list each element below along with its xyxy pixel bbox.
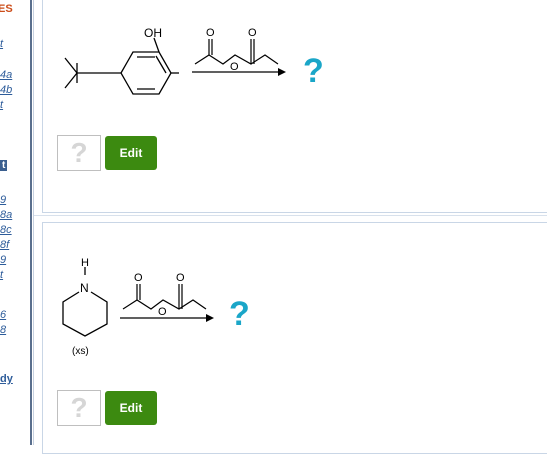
- answer-placeholder-2: ?: [229, 295, 250, 333]
- hydroxyl-label: OH: [144, 26, 162, 40]
- sidebar-nav: ES t 4a 4b t t 9 8a 8c 8f 9 t 6 8 dy: [0, 0, 30, 445]
- help-question-icon: ?: [70, 137, 88, 168]
- help-question-icon: ?: [70, 392, 88, 423]
- reactant-structure-1: OH: [64, 26, 179, 95]
- sidebar-header: ES: [0, 3, 13, 15]
- edit-button[interactable]: Edit: [105, 391, 157, 425]
- sidebar-border-inner: [33, 0, 34, 445]
- sidebar-link-active[interactable]: t: [0, 160, 8, 171]
- sidebar-link[interactable]: t: [0, 269, 3, 281]
- answer-placeholder-1: ?: [303, 52, 324, 90]
- hydrogen-label: H: [81, 257, 89, 269]
- sidebar-link[interactable]: 6: [0, 309, 6, 321]
- reaction-arrow-2: [120, 314, 214, 322]
- sidebar-link[interactable]: 8a: [0, 209, 12, 221]
- sidebar-link[interactable]: dy: [0, 373, 13, 385]
- sidebar-link[interactable]: 9: [0, 194, 6, 206]
- sidebar-link[interactable]: 8c: [0, 224, 12, 236]
- sidebar-link[interactable]: t: [0, 99, 3, 111]
- excess-note: (xs): [72, 346, 89, 357]
- sidebar-link[interactable]: 4b: [0, 84, 12, 96]
- oxygen-label: O: [248, 27, 257, 39]
- edit-button[interactable]: Edit: [105, 136, 157, 170]
- reactant-structure-2: H N (xs): [62, 257, 108, 357]
- sidebar-link[interactable]: 8: [0, 324, 6, 336]
- sidebar-link[interactable]: 4a: [0, 69, 12, 81]
- sidebar-border: [30, 0, 32, 445]
- sidebar-link[interactable]: t: [0, 38, 3, 50]
- oxygen-label: O: [134, 272, 143, 284]
- oxygen-label: O: [206, 27, 215, 39]
- sidebar-link[interactable]: 9: [0, 254, 6, 266]
- nitrogen-label: N: [80, 281, 89, 295]
- oxygen-label: O: [176, 272, 185, 284]
- sidebar-link[interactable]: 8f: [0, 239, 9, 251]
- help-icon-box[interactable]: ?: [57, 390, 101, 426]
- reaction-arrow-1: [192, 68, 286, 76]
- help-icon-box[interactable]: ?: [57, 135, 101, 171]
- panel-divider: [34, 215, 547, 216]
